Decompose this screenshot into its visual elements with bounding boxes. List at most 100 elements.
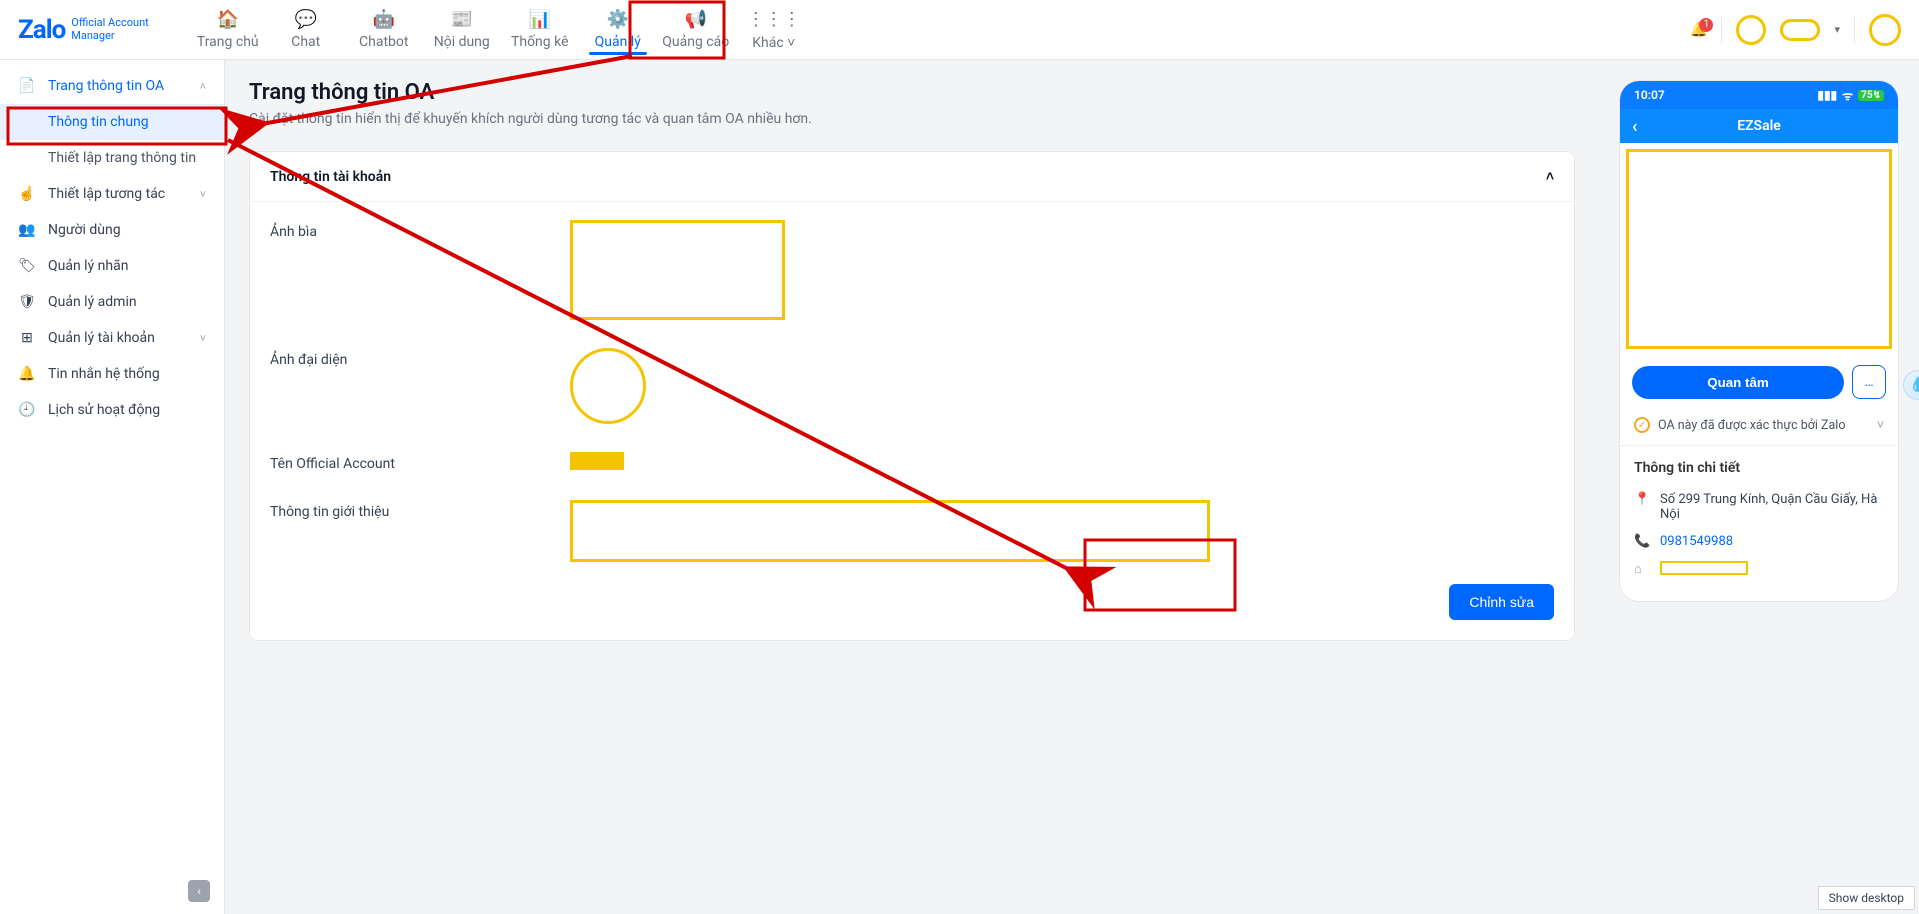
check-icon: ✓ — [1634, 417, 1650, 433]
nav-label: Nội dung — [434, 34, 490, 50]
home-icon: 🏠 — [217, 9, 239, 30]
phone-title-bar: ‹ EZSale — [1620, 109, 1898, 143]
shield-icon: 🛡 — [18, 294, 36, 310]
phone-preview: 10:07 ▮▮▮ ᯤ 75↯ ‹ EZSale Quan tâm … ✓ — [1619, 80, 1899, 602]
tag-icon: 🏷 — [18, 258, 36, 274]
nav-label: Trang chủ — [197, 34, 259, 50]
avatar-image[interactable] — [570, 348, 646, 424]
notifications-button[interactable]: 🔔 1 — [1690, 22, 1707, 38]
phone-status-bar: 10:07 ▮▮▮ ᯤ 75↯ — [1620, 81, 1898, 109]
gear-icon: ⚙️ — [607, 9, 629, 30]
nav-chatbot[interactable]: 🤖 Chatbot — [345, 0, 423, 59]
topbar: Zalo Official AccountManager 🏠 Trang chủ… — [0, 0, 1919, 60]
edit-button[interactable]: Chỉnh sửa — [1449, 584, 1554, 620]
nav-ads[interactable]: 📢 Quảng cáo — [657, 0, 735, 59]
pin-icon: 📍 — [1634, 492, 1650, 522]
detail-block: Thông tin chi tiết 📍 Số 299 Trung Kính, … — [1620, 446, 1898, 601]
card-title: Thông tin tài khoản — [270, 169, 391, 185]
status-time: 10:07 — [1634, 88, 1665, 102]
chevron-up-icon: ˄ — [1546, 168, 1554, 185]
field-label-name: Tên Official Account — [270, 452, 570, 472]
show-desktop-button[interactable]: Show desktop — [1818, 886, 1915, 910]
nav-content[interactable]: 📰 Nội dung — [423, 0, 501, 59]
grid-icon: ⋮⋮⋮ — [747, 9, 801, 30]
nav-label: Khác ˅ — [752, 34, 795, 51]
sidebar: 📄 Trang thông tin OA ˄ Thông tin chung T… — [0, 60, 225, 914]
assistant-bubble[interactable]: 💧 — [1903, 370, 1919, 400]
robot-icon: 🤖 — [373, 9, 395, 30]
chevron-down-icon: ˅ — [200, 332, 206, 345]
sidebar-item-accounts[interactable]: ⊞ Quản lý tài khoản ˅ — [0, 320, 224, 356]
grid-icon: ⊞ — [18, 330, 36, 346]
preview-column: 10:07 ▮▮▮ ᯤ 75↯ ‹ EZSale Quan tâm … ✓ — [1599, 60, 1919, 914]
tap-icon: ☝ — [18, 186, 36, 202]
notification-count: 1 — [1699, 18, 1713, 32]
detail-title: Thông tin chi tiết — [1634, 460, 1884, 476]
sidebar-item-label: Người dùng — [48, 222, 121, 238]
sidebar-item-system-messages[interactable]: 🔔 Tin nhắn hệ thống — [0, 356, 224, 392]
oa-name-value — [570, 452, 624, 470]
description-value — [570, 500, 1210, 562]
account-info-card: Thông tin tài khoản ˄ Ảnh bìa Ảnh đại di… — [249, 151, 1575, 641]
topnav: 🏠 Trang chủ 💬 Chat 🤖 Chatbot 📰 Nội dung … — [189, 0, 813, 59]
card-header[interactable]: Thông tin tài khoản ˄ — [250, 152, 1574, 202]
nav-label: Quảng cáo — [662, 34, 729, 50]
account-name-pill[interactable] — [1780, 19, 1820, 41]
chevron-down-icon: ˅ — [200, 188, 206, 201]
sidebar-item-activity-log[interactable]: 🕘 Lịch sử hoạt động — [0, 392, 224, 428]
chevron-up-icon: ˄ — [200, 80, 206, 93]
detail-phone[interactable]: 📞 0981549988 — [1634, 528, 1884, 555]
nav-label: Thống kê — [511, 34, 569, 50]
nav-home[interactable]: 🏠 Trang chủ — [189, 0, 267, 59]
preview-cover-image — [1626, 149, 1892, 349]
sidebar-item-users[interactable]: 👥 Người dùng — [0, 212, 224, 248]
nav-label: Chat — [291, 34, 320, 50]
cover-image[interactable] — [570, 220, 785, 320]
layout: 📄 Trang thông tin OA ˄ Thông tin chung T… — [0, 60, 1919, 914]
phone-text: 0981549988 — [1660, 534, 1733, 549]
nav-manage[interactable]: ⚙️ Quản lý — [579, 0, 657, 59]
sidebar-item-label: Thiết lập tương tác — [48, 186, 165, 202]
sidebar-item-admin[interactable]: 🛡 Quản lý admin — [0, 284, 224, 320]
document-icon: 📄 — [18, 78, 36, 94]
verified-row[interactable]: ✓ OA này đã được xác thực bởi Zalo ˅ — [1620, 409, 1898, 446]
page-subtitle: Cài đặt thông tin hiển thị để khuyến khí… — [249, 111, 1575, 127]
nav-chat[interactable]: 💬 Chat — [267, 0, 345, 59]
chevron-down-icon: ˅ — [1877, 418, 1884, 433]
logo-brand: Zalo — [18, 15, 65, 45]
back-icon[interactable]: ‹ — [1632, 116, 1638, 137]
battery-level: 75↯ — [1858, 90, 1884, 101]
nav-stats[interactable]: 📊 Thống kê — [501, 0, 579, 59]
field-label-cover: Ảnh bìa — [270, 220, 570, 240]
nav-label: Chatbot — [359, 34, 408, 50]
sidebar-sub-page-settings[interactable]: Thiết lập trang thông tin — [0, 140, 224, 176]
sidebar-item-interaction[interactable]: ☝ Thiết lập tương tác ˅ — [0, 176, 224, 212]
wifi-icon: ᯤ — [1842, 87, 1853, 104]
sidebar-item-label: Quản lý nhãn — [48, 258, 128, 274]
sidebar-sub-label: Thông tin chung — [48, 114, 149, 130]
sidebar-item-oa-page[interactable]: 📄 Trang thông tin OA ˄ — [0, 68, 224, 104]
signal-icon: ▮▮▮ — [1817, 88, 1837, 102]
users-icon: 👥 — [18, 222, 36, 238]
user-avatar[interactable] — [1869, 14, 1901, 46]
sidebar-item-label: Quản lý admin — [48, 294, 137, 310]
topbar-right: 🔔 1 ▾ — [1690, 14, 1901, 46]
chevron-down-icon: ▾ — [1834, 23, 1840, 36]
phone-icon: 📞 — [1634, 534, 1650, 549]
sidebar-sub-general-info[interactable]: Thông tin chung — [0, 104, 224, 140]
logo[interactable]: Zalo Official AccountManager — [18, 15, 149, 45]
logo-subtitle: Official AccountManager — [71, 17, 148, 41]
detail-website[interactable]: ⌂ — [1634, 555, 1884, 583]
megaphone-icon: 📢 — [685, 9, 707, 30]
more-button[interactable]: … — [1852, 365, 1886, 399]
card-body: Ảnh bìa Ảnh đại diện Tên Official Accoun… — [250, 202, 1574, 584]
sidebar-item-label: Quản lý tài khoản — [48, 330, 155, 346]
sidebar-sub-label: Thiết lập trang thông tin — [48, 150, 196, 166]
follow-button[interactable]: Quan tâm — [1632, 366, 1844, 399]
collapse-sidebar-button[interactable]: ‹ — [188, 880, 210, 902]
account-avatar-small[interactable] — [1736, 15, 1766, 45]
sidebar-item-labels[interactable]: 🏷 Quản lý nhãn — [0, 248, 224, 284]
nav-more[interactable]: ⋮⋮⋮ Khác ˅ — [735, 0, 813, 59]
detail-address: 📍 Số 299 Trung Kính, Quận Cầu Giấy, Hà N… — [1634, 486, 1884, 528]
sidebar-item-label: Lịch sử hoạt động — [48, 402, 160, 418]
